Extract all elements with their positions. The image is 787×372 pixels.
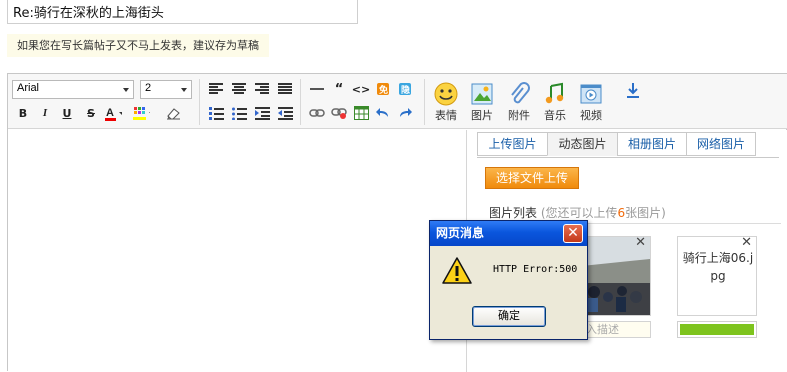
code-icon[interactable]: <>	[352, 80, 370, 98]
tab-dynamic-image[interactable]: 动态图片	[547, 132, 618, 156]
close-icon[interactable]: ✕	[563, 224, 583, 243]
alert-dialog: 网页消息 ✕ HTTP Error:500 确定	[429, 220, 588, 340]
outdent-icon[interactable]	[276, 104, 294, 122]
emoji-button[interactable]: 表情	[430, 82, 462, 123]
editor-content-area[interactable]	[8, 130, 466, 372]
font-color-button[interactable]: A	[104, 104, 122, 122]
tab-web-image[interactable]: 网络图片	[686, 132, 756, 156]
align-justify-icon[interactable]	[276, 80, 294, 98]
music-icon	[543, 82, 567, 106]
indent-icon[interactable]	[253, 104, 271, 122]
download-icon[interactable]	[624, 82, 642, 100]
video-icon	[579, 82, 603, 106]
dialog-message: HTTP Error:500	[493, 264, 578, 275]
warning-icon	[442, 257, 472, 284]
rich-text-editor: Arial 2 B I U S A “ <> 免 隐 表情 图片 附件 音乐 视…	[7, 73, 787, 372]
tab-album-image[interactable]: 相册图片	[617, 132, 687, 156]
delete-image-icon[interactable]: ✕	[741, 235, 752, 250]
background-color-button[interactable]	[132, 104, 150, 122]
emoji-icon	[434, 82, 458, 106]
attachment-button[interactable]: 附件	[503, 82, 535, 123]
quote-icon[interactable]: “	[330, 80, 348, 98]
font-size-select[interactable]: 2	[140, 80, 192, 99]
delete-image-icon[interactable]: ✕	[635, 235, 646, 250]
bold-button[interactable]: B	[14, 104, 32, 122]
upload-progress-fill	[680, 324, 754, 335]
editor-toolbar: Arial 2 B I U S A “ <> 免 隐 表情 图片 附件 音乐 视…	[8, 74, 787, 129]
unlink-icon[interactable]	[330, 104, 348, 122]
unordered-list-icon[interactable]	[230, 104, 248, 122]
image-filename: 骑行上海06.jpg	[682, 251, 754, 283]
underline-button[interactable]: U	[58, 104, 76, 122]
svg-text:隐: 隐	[401, 84, 410, 96]
music-button[interactable]: 音乐	[539, 82, 571, 123]
select-file-upload-button[interactable]: 选择文件上传	[485, 167, 579, 189]
svg-text:免: 免	[379, 84, 388, 96]
ordered-list-icon[interactable]	[207, 104, 225, 122]
tab-upload-image[interactable]: 上传图片	[477, 132, 548, 156]
svg-text:A: A	[106, 107, 114, 119]
ok-button[interactable]: 确定	[472, 306, 546, 327]
link-icon[interactable]	[308, 104, 326, 122]
align-right-icon[interactable]	[253, 80, 271, 98]
post-title-input[interactable]	[7, 0, 358, 24]
align-left-icon[interactable]	[207, 80, 225, 98]
italic-button[interactable]: I	[36, 104, 54, 122]
image-icon	[470, 82, 494, 106]
paperclip-icon	[507, 82, 531, 106]
redo-icon[interactable]	[396, 104, 414, 122]
align-center-icon[interactable]	[230, 80, 248, 98]
eraser-icon[interactable]	[164, 104, 182, 122]
horizontal-rule-icon[interactable]	[308, 80, 326, 98]
hide-icon[interactable]: 隐	[396, 80, 414, 98]
free-icon[interactable]: 免	[374, 80, 392, 98]
upload-progress-bar	[677, 321, 757, 338]
draft-tip: 如果您在写长篇帖子又不马上发表，建议存为草稿	[7, 34, 269, 57]
image-thumbnail[interactable]: 骑行上海06.jpg ✕	[677, 235, 757, 316]
font-family-select[interactable]: Arial	[12, 80, 134, 99]
strikethrough-button[interactable]: S	[82, 104, 100, 122]
undo-icon[interactable]	[374, 104, 392, 122]
video-button[interactable]: 视频	[575, 82, 607, 123]
table-icon[interactable]	[352, 104, 370, 122]
image-button[interactable]: 图片	[466, 82, 498, 123]
